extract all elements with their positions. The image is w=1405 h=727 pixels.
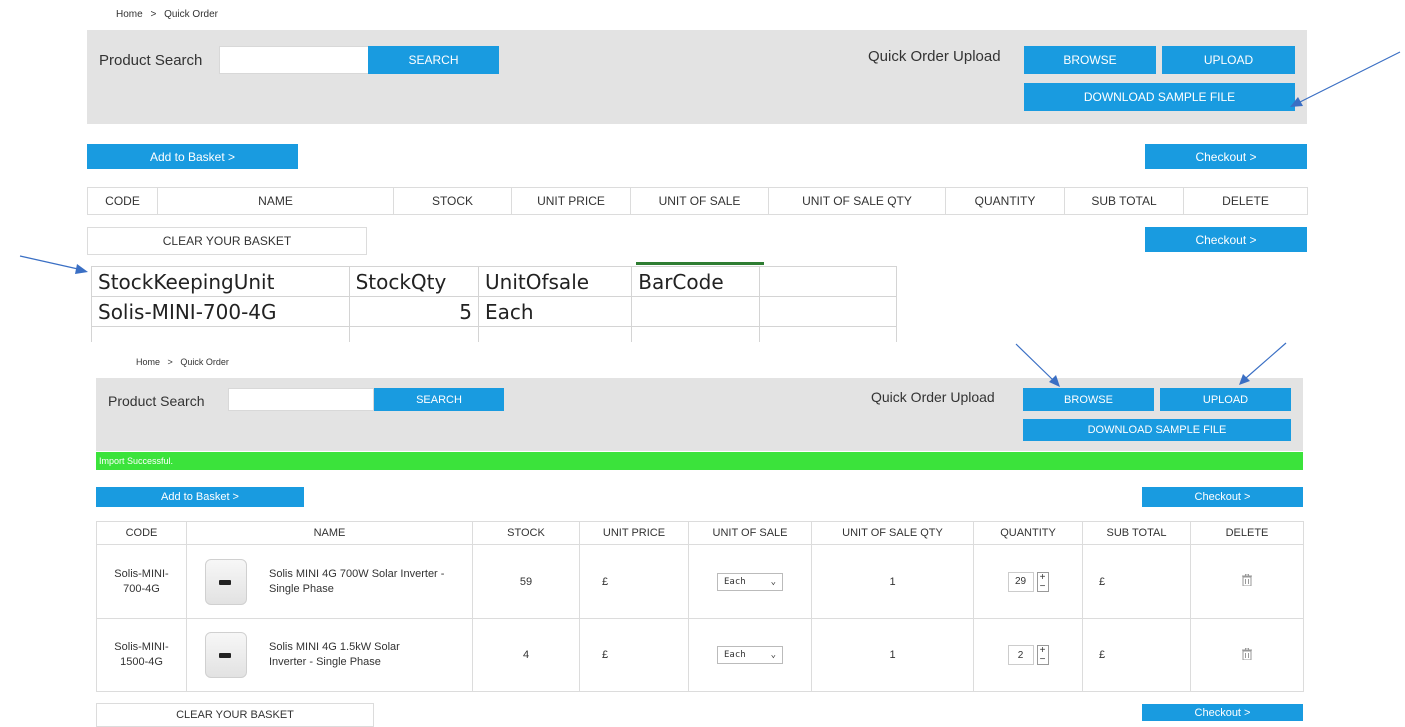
arrow-to-excel-sheet-icon [19, 255, 88, 274]
arrow-to-download-sample-icon [1290, 51, 1401, 107]
arrow-to-upload-icon [1239, 342, 1287, 385]
arrow-to-browse-icon [1015, 343, 1060, 387]
annotation-arrows [19, 51, 1401, 387]
